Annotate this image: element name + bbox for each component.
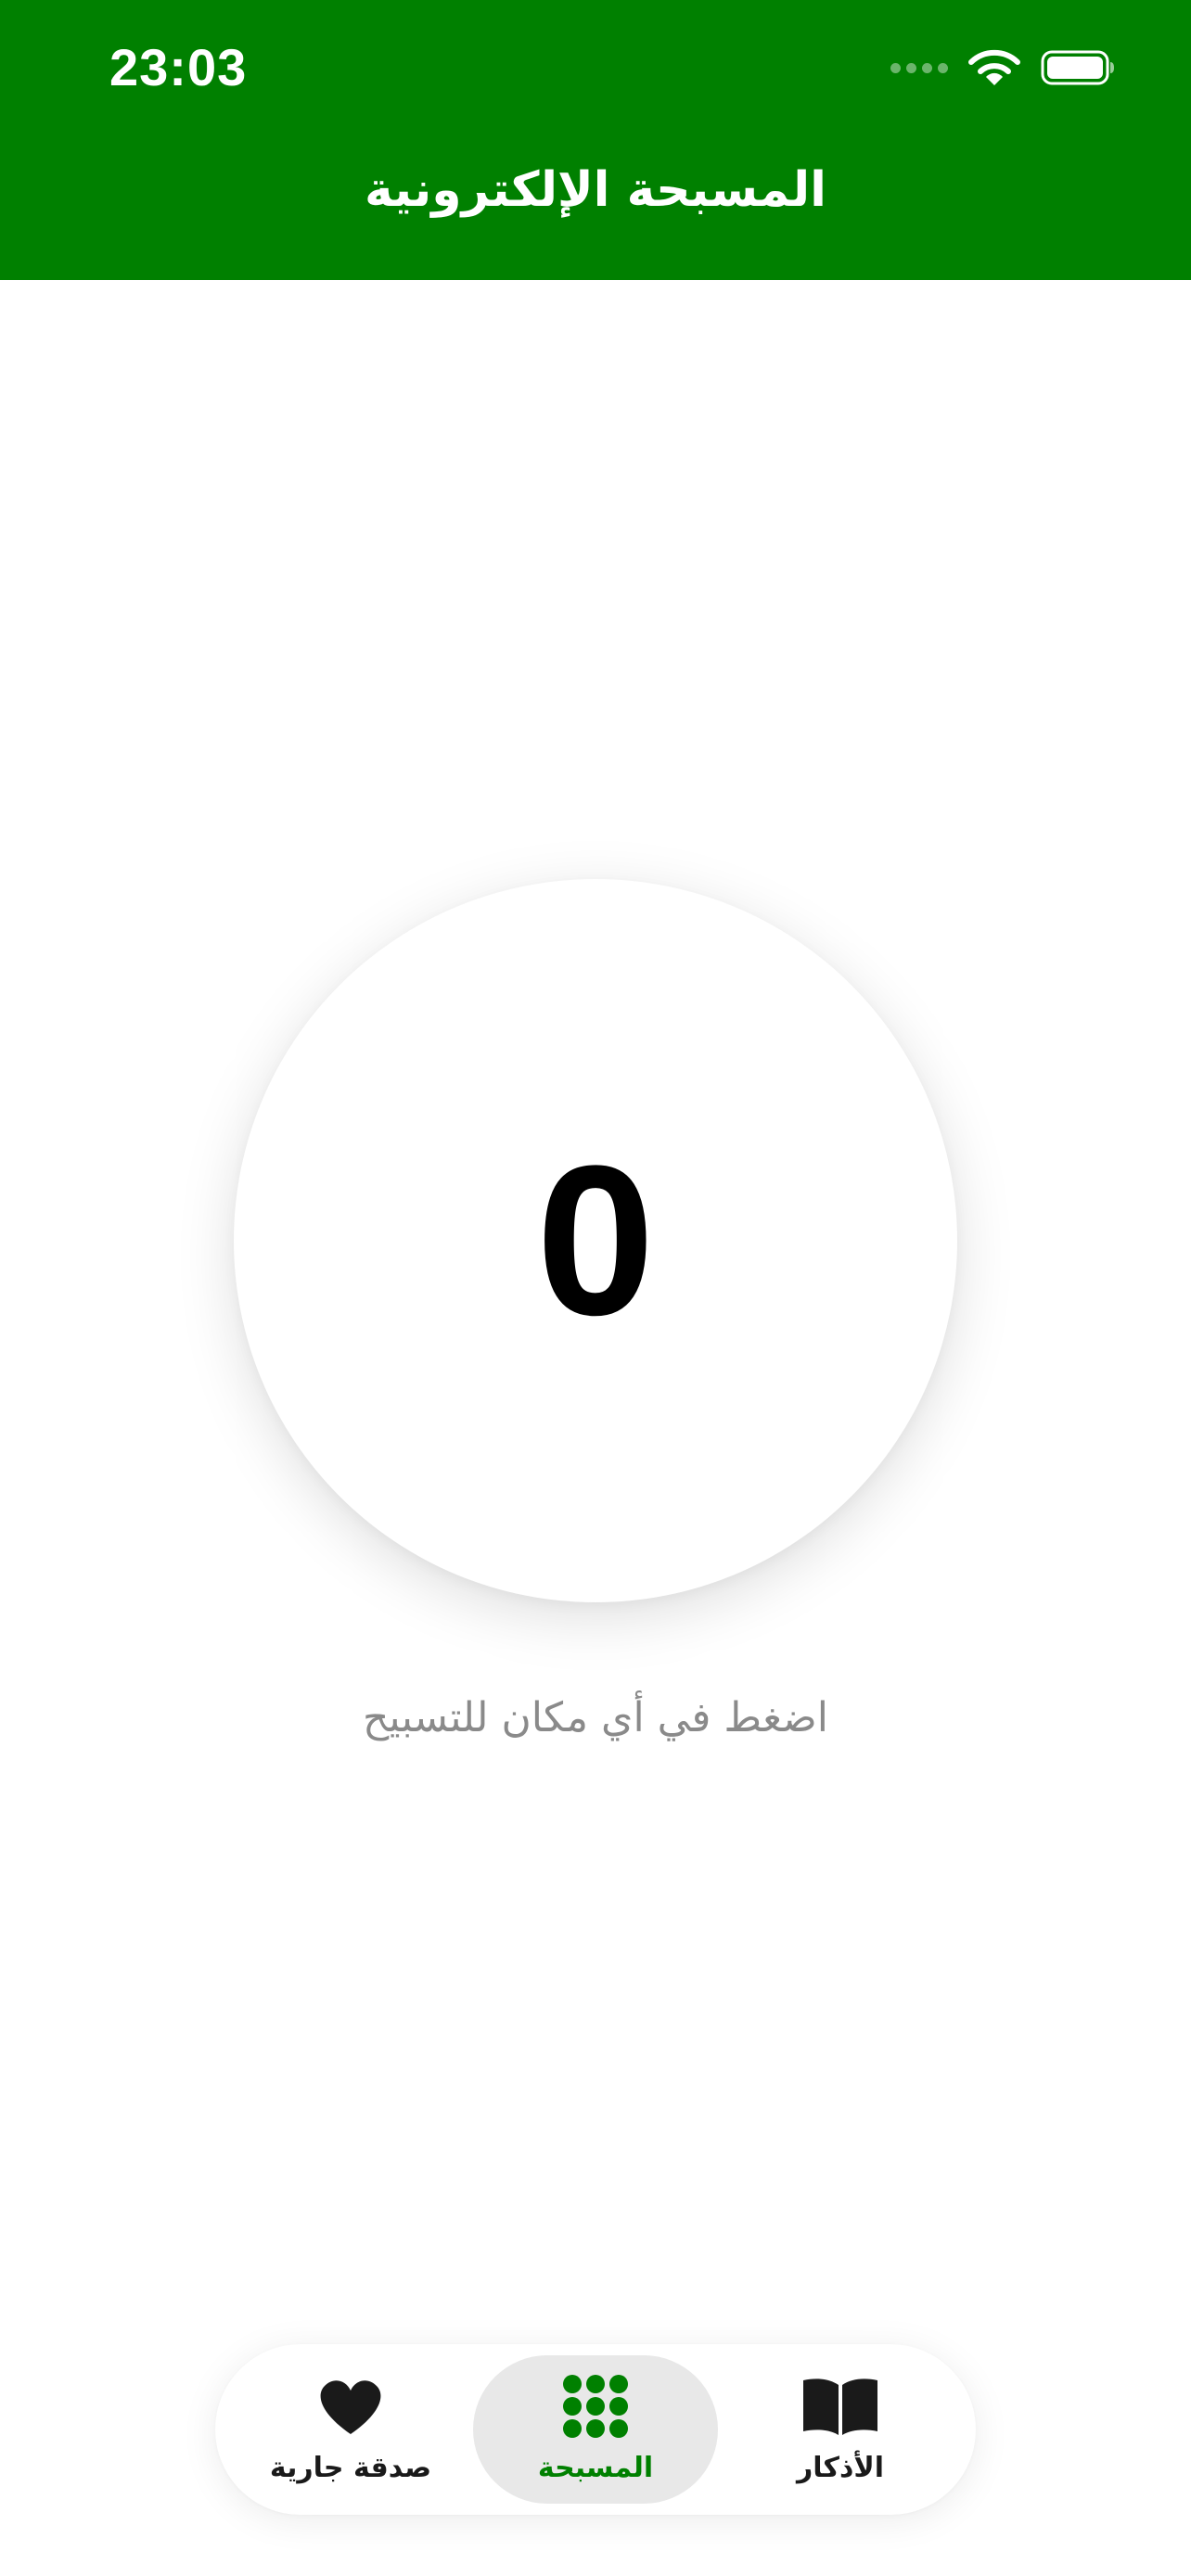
page-title: المسبحة الإلكترونية [365,162,826,218]
tab-label: المسبحة [537,2452,654,2484]
wifi-icon [968,49,1020,85]
counter-button[interactable]: 0 [234,879,957,1602]
bottom-tab-bar: صدقة جارية المسبحة الأذكار [215,2344,976,2515]
tasbih-screen: 23:03 المسبحة الإلكترونية 0 اضغط في أي م… [0,0,1191,2576]
tap-hint-text: اضغط في أي مكان للتسبيح [363,1694,828,1741]
heart-icon [320,2380,381,2434]
cellular-signal-icon [890,62,948,73]
open-book-icon [803,2378,877,2435]
tab-sadaqa[interactable]: صدقة جارية [228,2355,473,2504]
tab-label: الأذكار [797,2452,884,2484]
status-bar-icons [890,45,1115,91]
status-bar-time: 23:03 [109,38,248,96]
tab-adhkar[interactable]: الأذكار [718,2355,963,2504]
app-header: 23:03 المسبحة الإلكترونية [0,0,1191,280]
tab-tasbih[interactable]: المسبحة [473,2355,718,2504]
counter-value: 0 [536,1121,655,1359]
beads-grid-icon [563,2375,628,2438]
tab-label: صدقة جارية [269,2452,432,2484]
battery-icon [1041,50,1114,85]
